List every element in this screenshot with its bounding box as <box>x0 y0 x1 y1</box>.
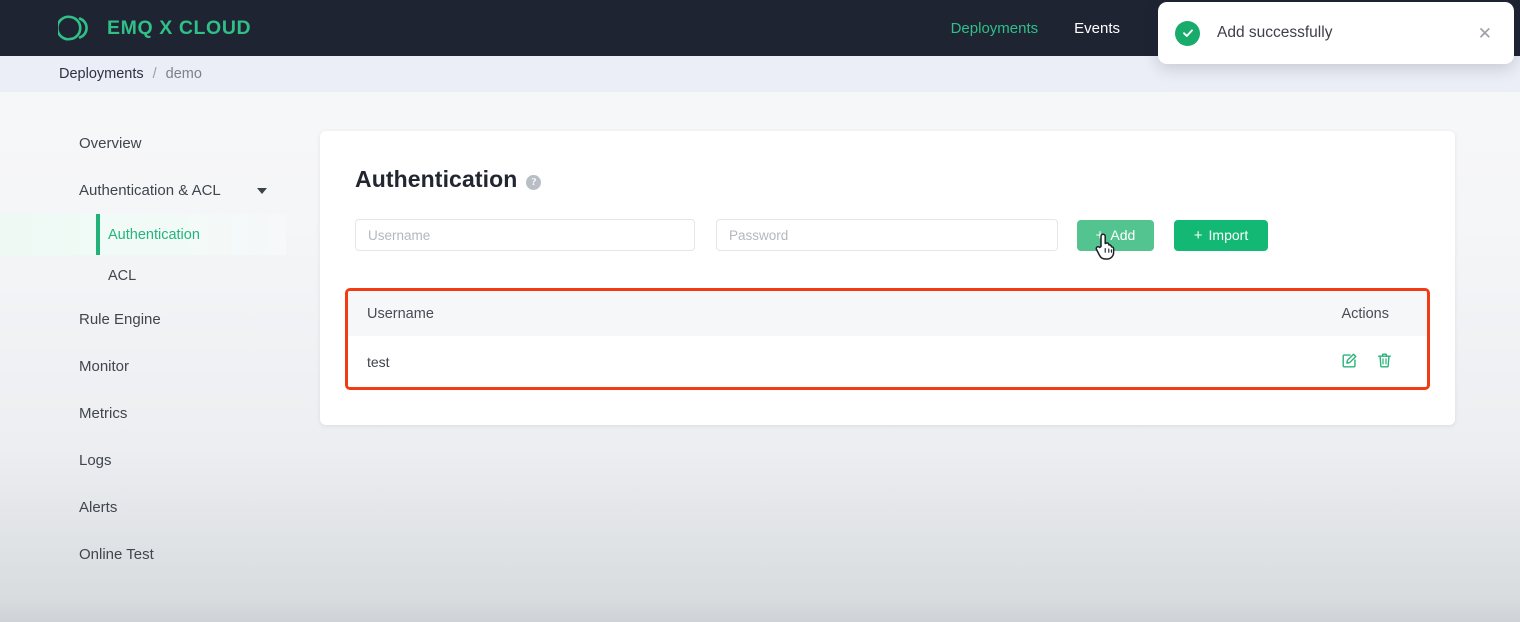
trash-icon[interactable] <box>1377 353 1392 371</box>
page-title: Authentication <box>355 166 518 192</box>
toast-notification: Add successfully ✕ <box>1158 2 1514 64</box>
edit-icon[interactable] <box>1342 353 1357 371</box>
sidebar-item-monitor[interactable]: Monitor <box>0 343 300 390</box>
sidebar-item-label: Alerts <box>79 499 118 516</box>
plus-icon: + <box>1095 226 1105 244</box>
import-button-label: Import <box>1208 227 1249 243</box>
table-header-row: Username Actions <box>348 291 1427 336</box>
add-button[interactable]: + Add <box>1077 219 1154 251</box>
authentication-panel: Authentication ? + Add + Import Username… <box>320 131 1455 425</box>
brand-name: EMQ X CLOUD <box>107 16 252 39</box>
sidebar-item-label: Authentication <box>108 226 200 243</box>
chevron-down-icon <box>257 187 267 194</box>
plus-icon: + <box>1193 226 1203 244</box>
sidebar-item-authentication-acl[interactable]: Authentication & ACL <box>0 167 300 214</box>
sidebar-item-label: ACL <box>108 267 137 284</box>
toast-message: Add successfully <box>1217 24 1333 41</box>
sidebar-item-alerts[interactable]: Alerts <box>0 484 300 531</box>
panel-title-row: Authentication ? <box>355 166 1455 193</box>
sidebar-item-label: Monitor <box>79 358 130 375</box>
row-actions <box>1267 353 1427 371</box>
sidebar-item-acl[interactable]: ACL <box>0 255 300 296</box>
username-input[interactable] <box>355 219 695 251</box>
import-button[interactable]: + Import <box>1174 219 1268 251</box>
sidebar-item-label: Authentication & ACL <box>79 182 221 199</box>
add-button-label: Add <box>1110 227 1136 243</box>
check-circle-icon <box>1175 20 1200 46</box>
sidebar-item-label: Overview <box>79 135 142 152</box>
add-user-form: + Add + Import <box>355 219 1455 251</box>
sidebar-navigation: Overview Authentication & ACL Authentica… <box>0 120 300 578</box>
sidebar-item-online-test[interactable]: Online Test <box>0 531 300 578</box>
table-row: test <box>348 336 1427 387</box>
sidebar-item-label: Online Test <box>79 546 154 563</box>
top-nav-events[interactable]: Events <box>1074 20 1120 37</box>
column-header-actions: Actions <box>1341 305 1389 322</box>
users-table: Username Actions test <box>345 288 1430 390</box>
sidebar-item-rule-engine[interactable]: Rule Engine <box>0 296 300 343</box>
breadcrumb-root[interactable]: Deployments <box>59 66 144 82</box>
sidebar-item-label: Rule Engine <box>79 311 161 328</box>
sidebar-item-label: Logs <box>79 452 112 469</box>
breadcrumb-leaf: demo <box>165 66 202 82</box>
sidebar-item-overview[interactable]: Overview <box>0 120 300 167</box>
question-mark-icon[interactable]: ? <box>526 174 542 190</box>
top-nav-items: Deployments Events <box>951 20 1120 37</box>
cell-username: test <box>367 353 390 370</box>
brand-logo-group[interactable]: EMQ X CLOUD <box>58 13 251 43</box>
sidebar-item-metrics[interactable]: Metrics <box>0 390 300 437</box>
sidebar-item-label: Metrics <box>79 405 128 422</box>
sidebar-item-authentication[interactable]: Authentication <box>0 214 286 255</box>
app-root: EMQ X CLOUD Deployments Events Add succe… <box>0 0 1520 622</box>
column-header-username: Username <box>367 305 434 322</box>
close-icon[interactable]: ✕ <box>1474 21 1496 46</box>
breadcrumb-separator: / <box>152 66 157 82</box>
top-nav-deployments[interactable]: Deployments <box>951 20 1039 37</box>
sidebar-item-logs[interactable]: Logs <box>0 437 300 484</box>
password-input[interactable] <box>716 219 1058 251</box>
emqx-logo-icon <box>58 15 88 41</box>
